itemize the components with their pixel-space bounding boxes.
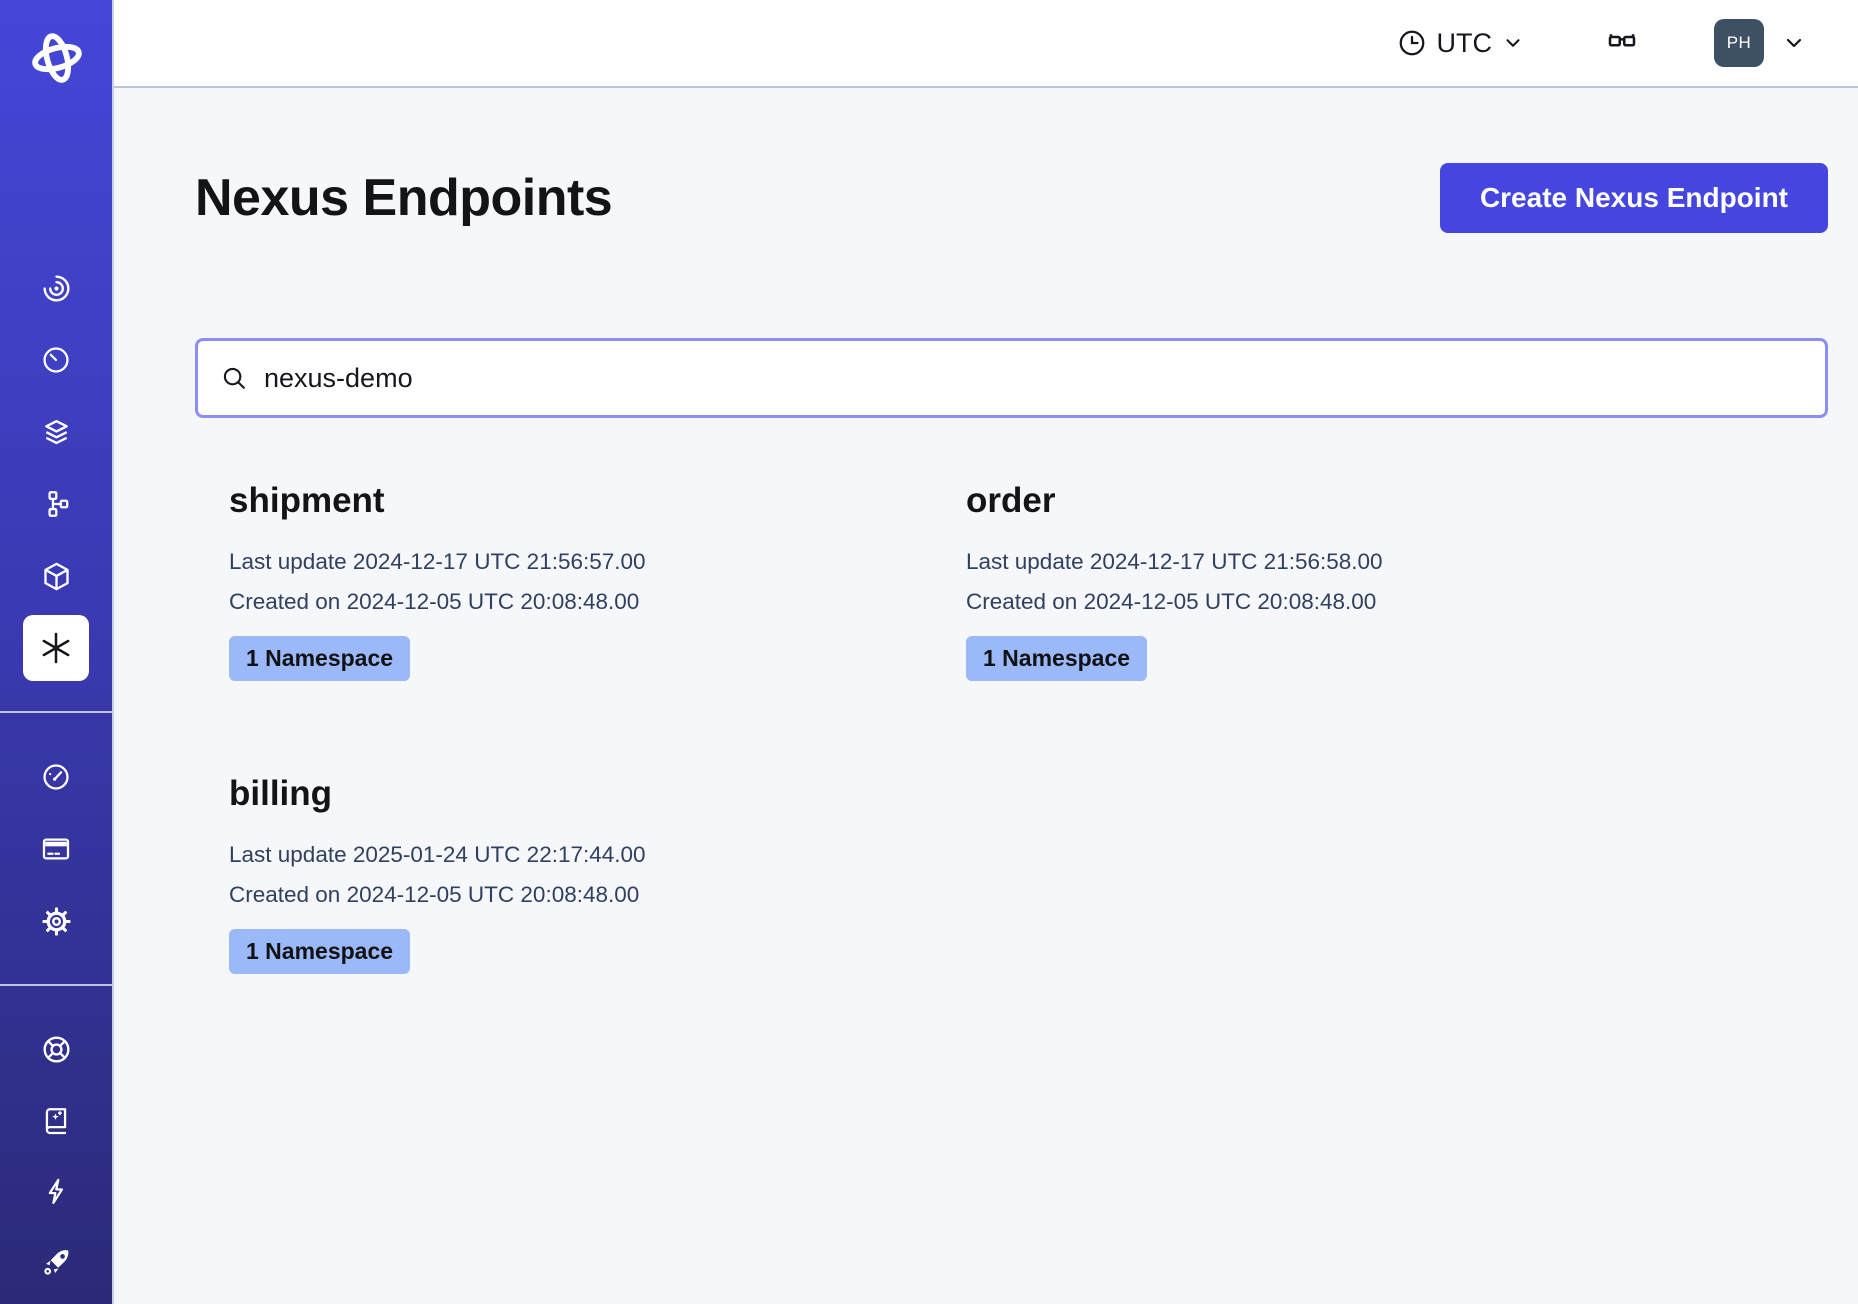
nexus-active-tile bbox=[23, 615, 89, 681]
endpoint-created-on: Created on 2024-12-05 UTC 20:08:48.00 bbox=[229, 875, 932, 915]
sidebar-item-docs[interactable] bbox=[0, 1085, 113, 1156]
schedules-icon bbox=[40, 344, 72, 376]
endpoint-card-order[interactable]: order Last update 2024-12-17 UTC 21:56:5… bbox=[932, 480, 1669, 681]
page-title: Nexus Endpoints bbox=[195, 168, 612, 228]
endpoint-last-update: Last update 2024-12-17 UTC 21:56:58.00 bbox=[966, 542, 1669, 582]
sidebar-item-quick-actions[interactable] bbox=[0, 1156, 113, 1227]
glasses-icon bbox=[1604, 25, 1640, 61]
deployments-icon bbox=[40, 488, 72, 520]
sidebar-divider bbox=[0, 984, 112, 986]
sidebar-divider bbox=[0, 711, 112, 713]
search-icon bbox=[220, 364, 248, 392]
sidebar-item-deployments[interactable] bbox=[0, 468, 113, 540]
sidebar bbox=[0, 0, 114, 1304]
endpoint-card-shipment[interactable]: shipment Last update 2024-12-17 UTC 21:5… bbox=[195, 480, 932, 681]
temporal-logo-icon bbox=[28, 29, 86, 87]
search-box bbox=[195, 338, 1828, 418]
sidebar-item-getting-started[interactable] bbox=[0, 1227, 113, 1298]
nexus-asterisk-icon bbox=[36, 628, 76, 668]
endpoint-last-update: Last update 2024-12-17 UTC 21:56:57.00 bbox=[229, 542, 932, 582]
endpoint-name: shipment bbox=[229, 480, 932, 522]
endpoint-name: order bbox=[966, 480, 1669, 522]
main-content: Nexus Endpoints Create Nexus Endpoint sh… bbox=[114, 90, 1858, 1304]
sidebar-item-namespaces[interactable] bbox=[0, 396, 113, 468]
temporal-logo[interactable] bbox=[0, 26, 114, 90]
gauge-icon bbox=[40, 761, 72, 793]
endpoint-name: billing bbox=[229, 773, 932, 815]
sidebar-item-nexus[interactable] bbox=[0, 612, 113, 684]
book-sparkle-icon bbox=[40, 1105, 72, 1137]
endpoint-search-input[interactable] bbox=[264, 363, 1803, 394]
sidebar-item-support[interactable] bbox=[0, 1014, 113, 1085]
clock-icon bbox=[1397, 28, 1427, 58]
namespace-badge: 1 Namespace bbox=[966, 636, 1147, 681]
namespace-badge: 1 Namespace bbox=[229, 636, 410, 681]
sidebar-item-settings[interactable] bbox=[0, 885, 113, 957]
life-ring-icon bbox=[40, 1033, 73, 1066]
create-nexus-endpoint-button[interactable]: Create Nexus Endpoint bbox=[1440, 163, 1828, 233]
account-menu[interactable]: PH bbox=[1714, 19, 1806, 67]
workflows-icon bbox=[40, 272, 73, 305]
rocket-icon bbox=[40, 1246, 73, 1279]
namespace-badge: 1 Namespace bbox=[229, 929, 410, 974]
namespaces-icon bbox=[40, 416, 73, 449]
timezone-selector[interactable]: UTC bbox=[1397, 28, 1525, 59]
endpoint-last-update: Last update 2025-01-24 UTC 22:17:44.00 bbox=[229, 835, 932, 875]
sidebar-item-services[interactable] bbox=[0, 540, 113, 612]
lightning-icon bbox=[41, 1176, 72, 1207]
top-header: UTC PH bbox=[114, 0, 1858, 88]
chevron-down-icon bbox=[1502, 32, 1524, 54]
title-row: Nexus Endpoints Create Nexus Endpoint bbox=[195, 162, 1828, 234]
endpoint-grid: shipment Last update 2024-12-17 UTC 21:5… bbox=[195, 480, 1828, 1066]
credit-card-icon bbox=[40, 833, 72, 865]
endpoint-created-on: Created on 2024-12-05 UTC 20:08:48.00 bbox=[229, 582, 932, 622]
avatar: PH bbox=[1714, 19, 1764, 67]
cube-icon bbox=[40, 560, 73, 593]
sidebar-item-billing[interactable] bbox=[0, 813, 113, 885]
endpoint-created-on: Created on 2024-12-05 UTC 20:08:48.00 bbox=[966, 582, 1669, 622]
sidebar-item-schedules[interactable] bbox=[0, 324, 113, 396]
timezone-label: UTC bbox=[1437, 28, 1493, 59]
chevron-down-icon bbox=[1782, 31, 1806, 55]
avatar-initials: PH bbox=[1727, 33, 1752, 53]
gear-icon bbox=[40, 905, 73, 938]
endpoint-card-billing[interactable]: billing Last update 2025-01-24 UTC 22:17… bbox=[195, 773, 932, 974]
sidebar-item-usage[interactable] bbox=[0, 741, 113, 813]
labs-mode-toggle[interactable] bbox=[1604, 25, 1640, 61]
sidebar-item-workflows[interactable] bbox=[0, 252, 113, 324]
